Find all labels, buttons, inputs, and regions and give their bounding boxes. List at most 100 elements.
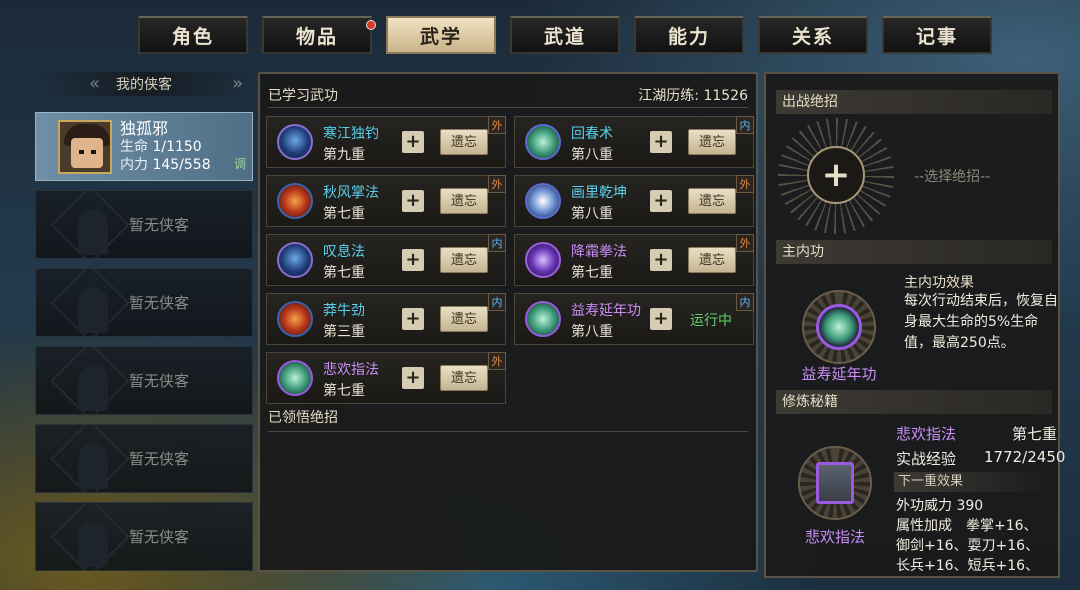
tab-character[interactable]: 角色 <box>138 16 248 54</box>
upgrade-button[interactable]: + <box>402 131 424 153</box>
upgrade-button[interactable]: + <box>650 308 672 330</box>
skill-name: 莽牛劲 <box>323 303 365 319</box>
skill-card[interactable]: 画里乾坤 第八重 + 遗忘 外 <box>514 175 754 227</box>
main-inner-medal[interactable] <box>802 290 876 364</box>
training-book-label: 悲欢指法 <box>804 528 865 546</box>
skill-card[interactable]: 莽牛劲 第三重 + 遗忘 内 <box>266 293 506 345</box>
skill-card[interactable]: 悲欢指法 第七重 + 遗忘 外 <box>266 352 506 404</box>
next-level-effect-title: 下一重效果 <box>894 472 1052 492</box>
upgrade-button[interactable]: + <box>650 190 672 212</box>
skill-name: 益寿延年功 <box>571 303 641 319</box>
hp-value: 1/1150 <box>152 138 202 155</box>
notification-dot-icon <box>366 20 376 30</box>
training-book-medal[interactable] <box>798 446 872 520</box>
skill-type-badge: 内 <box>488 234 506 252</box>
skill-type-badge: 内 <box>736 116 754 134</box>
upgrade-button[interactable]: + <box>402 249 424 271</box>
longevity-icon <box>525 301 561 337</box>
tab-label: 能力 <box>667 25 710 48</box>
skill-level: 第八重 <box>571 206 613 222</box>
empty-slot-text: 暂无侠客 <box>128 372 189 390</box>
combat-exp-value: 1772/2450 <box>984 448 1066 466</box>
skill-card[interactable]: 降霜拳法 第七重 + 遗忘 外 <box>514 234 754 286</box>
silhouette-icon <box>78 287 108 333</box>
forget-button[interactable]: 遗忘 <box>440 365 488 391</box>
tab-items[interactable]: 物品 <box>262 16 376 54</box>
blade-swirl-icon <box>277 124 313 160</box>
forget-button[interactable]: 遗忘 <box>440 129 488 155</box>
hero-slot-empty[interactable]: 暂无侠客 <box>35 346 253 415</box>
skills-panel: 已学习武功 江湖历练: 11526 寒江独钓 第九重 + 遗忘 外 回春术 第八… <box>258 72 758 572</box>
main-inner-section-title: 主内功 <box>776 240 1052 264</box>
forget-button[interactable]: 遗忘 <box>440 188 488 214</box>
skill-type-badge: 外 <box>488 175 506 193</box>
skill-level: 第七重 <box>571 265 613 281</box>
healing-flask-icon <box>525 124 561 160</box>
upgrade-button[interactable]: + <box>402 190 424 212</box>
tab-relations[interactable]: 关系 <box>758 16 868 54</box>
bull-icon <box>277 301 313 337</box>
skill-name: 叹息法 <box>323 244 365 260</box>
hero-info: 独孤邪 生命 1/1150 内力 145/558 <box>120 118 211 174</box>
claw-icon <box>277 242 313 278</box>
details-panel: 出战绝招 + --选择绝招-- 主内功 益寿延年功 主内功效果 每次行动结束后，… <box>764 72 1065 578</box>
skill-card[interactable]: 叹息法 第七重 + 遗忘 内 <box>266 234 506 286</box>
forget-button[interactable]: 遗忘 <box>440 247 488 273</box>
main-tabs: 角色 物品 武学 武道 能力 关系 记事 <box>138 16 992 54</box>
combat-exp-label: 实战经验 <box>896 450 957 468</box>
skill-level: 第七重 <box>323 265 365 281</box>
skill-type-badge: 外 <box>488 116 506 134</box>
upgrade-button[interactable]: + <box>402 367 424 389</box>
empty-slot-text: 暂无侠客 <box>128 450 189 468</box>
main-inner-effect-text: 每次行动结束后，恢复自身最大生命的5%生命值，最高250点。 <box>904 293 1058 351</box>
skill-type-badge: 外 <box>736 234 754 252</box>
empty-slot-text: 暂无侠客 <box>128 216 189 234</box>
jianghu-experience: 江湖历练: 11526 <box>638 87 748 104</box>
tune-button[interactable]: 调 <box>234 155 246 172</box>
select-ultimate-hint: --选择绝招-- <box>914 169 991 185</box>
skill-level: 第八重 <box>571 147 613 163</box>
silhouette-icon <box>78 365 108 411</box>
skill-card[interactable]: 寒江独钓 第九重 + 遗忘 外 <box>266 116 506 168</box>
tab-label: 关系 <box>791 25 834 48</box>
tab-abilities[interactable]: 能力 <box>634 16 744 54</box>
mp-label: 内力 <box>120 156 148 173</box>
hero-slot-empty[interactable]: 暂无侠客 <box>35 424 253 493</box>
next-effect-line: 外功威力 390 <box>896 498 984 514</box>
brush-icon <box>525 183 561 219</box>
skill-type-badge: 内 <box>488 293 506 311</box>
chevron-left-icon[interactable]: « <box>89 73 100 94</box>
skill-name: 回春术 <box>571 126 613 142</box>
tab-martial-arts[interactable]: 武学 <box>386 16 496 54</box>
avatar <box>58 119 112 174</box>
tab-martial-path[interactable]: 武道 <box>510 16 620 54</box>
skill-card[interactable]: 回春术 第八重 + 遗忘 内 <box>514 116 754 168</box>
forget-button[interactable]: 遗忘 <box>688 129 736 155</box>
skill-card[interactable]: 秋风掌法 第七重 + 遗忘 外 <box>266 175 506 227</box>
upgrade-button[interactable]: + <box>650 249 672 271</box>
tab-journal[interactable]: 记事 <box>882 16 992 54</box>
empty-slot-text: 暂无侠客 <box>128 528 189 546</box>
hero-slot-active[interactable]: 独孤邪 生命 1/1150 内力 145/558 调 <box>35 112 253 181</box>
skill-card-running[interactable]: 益寿延年功 第八重 + 运行中 内 <box>514 293 754 345</box>
upgrade-button[interactable]: + <box>402 308 424 330</box>
next-effect-line: 属性加成 拳掌+16、 <box>896 518 1038 534</box>
hero-list-panel: « 我的侠客 » 独孤邪 生命 1/1150 内力 145/558 调 暂无侠客… <box>35 72 253 571</box>
hp-label: 生命 <box>120 138 148 155</box>
hero-slot-empty[interactable]: 暂无侠客 <box>35 502 253 571</box>
chevron-right-icon[interactable]: » <box>232 73 243 94</box>
hero-slot-empty[interactable]: 暂无侠客 <box>35 190 253 259</box>
frost-fist-icon <box>525 242 561 278</box>
book-icon <box>816 462 854 504</box>
empty-slot-text: 暂无侠客 <box>128 294 189 312</box>
forget-button[interactable]: 遗忘 <box>440 306 488 332</box>
upgrade-button[interactable]: + <box>650 131 672 153</box>
comprehended-ultimates-header: 已领悟绝招 <box>268 406 748 432</box>
forget-button[interactable]: 遗忘 <box>688 247 736 273</box>
skill-level: 第三重 <box>323 324 365 340</box>
forget-button[interactable]: 遗忘 <box>688 188 736 214</box>
add-ultimate-button[interactable]: + <box>807 146 865 204</box>
hero-name: 独孤邪 <box>120 118 169 138</box>
hero-slot-empty[interactable]: 暂无侠客 <box>35 268 253 337</box>
skill-level: 第七重 <box>323 383 365 399</box>
